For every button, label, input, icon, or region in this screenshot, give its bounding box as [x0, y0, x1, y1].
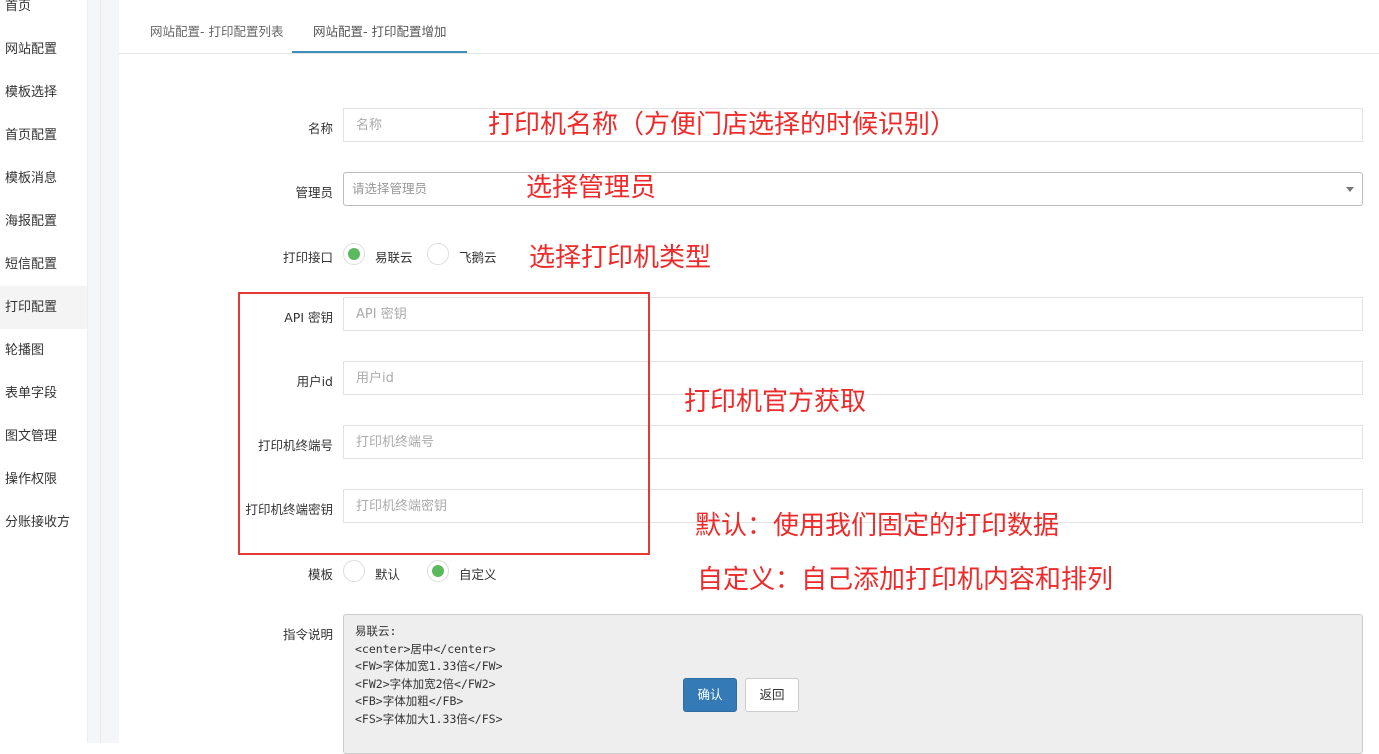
annotation-official: 打印机官方获取 — [684, 387, 867, 417]
instructions-textarea[interactable]: 易联云: <center>居中</center> <FW>字体加宽1.33倍</… — [343, 614, 1363, 754]
tab-bar: 网站配置- 打印配置列表 网站配置- 打印配置增加 — [119, 0, 1379, 54]
sidebar-item-template-message[interactable]: 模板消息 — [0, 157, 87, 200]
annotation-name: 打印机名称（方便门店选择的时候识别） — [488, 110, 957, 140]
instruction-line: <FS>字体加大1.33倍</FS> — [355, 711, 503, 726]
tab-print-config-list[interactable]: 网站配置- 打印配置列表 — [150, 0, 283, 53]
divider — [100, 0, 101, 743]
gutter — [88, 0, 119, 743]
sidebar-item-permissions[interactable]: 操作权限 — [0, 458, 87, 501]
instruction-line: <FW2>字体加宽2倍</FW2> — [355, 676, 496, 691]
sidebar-item-template-select[interactable]: 模板选择 — [0, 71, 87, 114]
template-radio-custom[interactable] — [427, 560, 449, 582]
interface-radio-feieyun[interactable] — [427, 243, 449, 265]
sidebar: 首页 网站配置 模板选择 首页配置 模板消息 海报配置 短信配置 打印配置 轮播… — [0, 0, 88, 743]
interface-option-feieyun: 飞鹅云 — [459, 250, 497, 265]
admin-select[interactable]: 请选择管理员 — [343, 172, 1363, 206]
name-label: 名称 — [307, 121, 333, 136]
admin-label: 管理员 — [295, 185, 333, 200]
sidebar-item-site-config[interactable]: 网站配置 — [0, 28, 87, 71]
sidebar-item-form-fields[interactable]: 表单字段 — [0, 372, 87, 415]
sidebar-item-sms-config[interactable]: 短信配置 — [0, 243, 87, 286]
sidebar-item-split-receiver[interactable]: 分账接收方 — [0, 501, 87, 544]
annotation-custom: 自定义：自己添加打印机内容和排列 — [697, 565, 1114, 595]
template-option-custom: 自定义 — [459, 567, 497, 582]
interface-label: 打印接口 — [282, 250, 333, 265]
annotation-admin: 选择管理员 — [526, 173, 657, 203]
sidebar-item-poster-config[interactable]: 海报配置 — [0, 200, 87, 243]
interface-option-yilianyun: 易联云 — [375, 250, 413, 265]
sidebar-item-article-manage[interactable]: 图文管理 — [0, 415, 87, 458]
instruction-line: <FW>字体加宽1.33倍</FW> — [355, 659, 503, 673]
sidebar-item-home-config[interactable]: 首页配置 — [0, 114, 87, 157]
template-radio-default[interactable] — [343, 560, 365, 582]
sidebar-item-carousel[interactable]: 轮播图 — [0, 329, 87, 372]
template-option-default: 默认 — [375, 567, 401, 582]
instructions-label: 指令说明 — [282, 627, 333, 642]
back-button[interactable]: 返回 — [745, 678, 799, 712]
admin-select-value: 请选择管理员 — [352, 181, 428, 196]
instruction-line: <center>居中</center> — [355, 641, 496, 656]
annotation-default: 默认：使用我们固定的打印数据 — [695, 511, 1060, 541]
annotation-interface: 选择打印机类型 — [529, 243, 712, 273]
tab-print-config-add[interactable]: 网站配置- 打印配置增加 — [292, 0, 468, 53]
template-label: 模板 — [307, 567, 333, 582]
chevron-down-icon — [1346, 187, 1354, 192]
sidebar-item-home[interactable]: 首页 — [0, 0, 87, 28]
interface-radio-yilianyun[interactable] — [343, 243, 365, 265]
confirm-button[interactable]: 确认 — [683, 678, 737, 712]
annotation-highlight-box — [238, 292, 650, 555]
sidebar-item-print-config[interactable]: 打印配置 — [0, 286, 87, 329]
instruction-line: 易联云: — [355, 624, 397, 638]
instruction-line: <FB>字体加粗</FB> — [355, 694, 464, 708]
